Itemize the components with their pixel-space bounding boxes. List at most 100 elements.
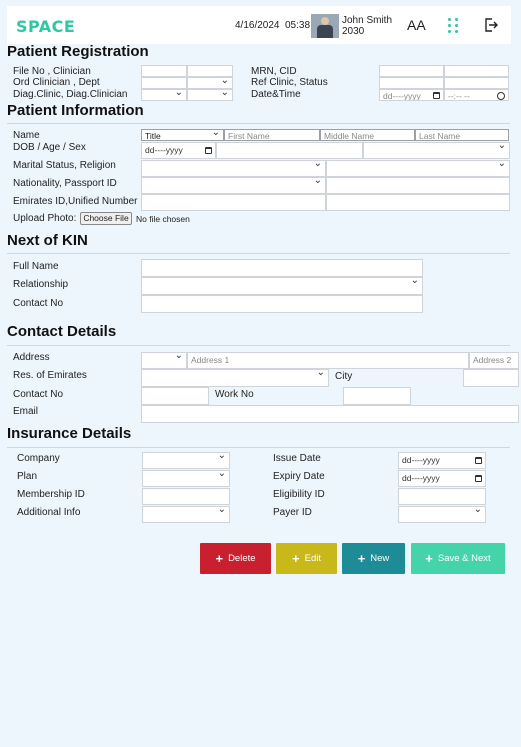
company-select[interactable] (142, 452, 230, 469)
section-title-next-of-kin: Next of KIN (7, 232, 88, 249)
age-input[interactable] (216, 142, 363, 159)
emirates-select[interactable] (141, 369, 329, 387)
status-input[interactable] (444, 77, 509, 89)
emirates-label: Res. of Emirates (13, 370, 87, 381)
additional-info-select[interactable] (142, 506, 230, 523)
issue-date-label: Issue Date (273, 453, 321, 464)
nationality-select[interactable] (141, 177, 326, 194)
upload-photo-label: Upload Photo: (13, 213, 77, 224)
expiry-date-label: Expiry Date (273, 471, 325, 482)
unified-number-input[interactable] (326, 194, 510, 211)
middle-name-input[interactable]: Middle Name (320, 129, 415, 141)
edit-button[interactable]: + Edit (276, 543, 337, 574)
address2-input[interactable]: Address 2 (469, 352, 519, 369)
logout-icon[interactable] (483, 17, 499, 33)
user-id: 2030 (342, 26, 365, 37)
dob-input[interactable]: dd----yyyy (141, 142, 216, 159)
diag-clinic-select[interactable] (141, 89, 187, 101)
user-name: John Smith (342, 15, 393, 26)
sex-select[interactable] (363, 142, 510, 159)
payer-id-label: Payer ID (273, 507, 312, 518)
divider (7, 447, 510, 448)
section-title-contact: Contact Details (7, 323, 117, 340)
clinician-input[interactable] (187, 65, 233, 77)
delete-button[interactable]: + Delete (200, 543, 271, 574)
work-no-label: Work No (215, 389, 254, 400)
header-date: 4/16/2024 (235, 20, 280, 31)
contact-no-input[interactable] (141, 387, 209, 405)
new-button[interactable]: + New (342, 543, 405, 574)
kin-contact-label: Contact No (13, 298, 64, 309)
first-name-input[interactable]: First Name (224, 129, 320, 141)
apps-grid-icon[interactable] (448, 18, 460, 34)
calendar-icon (475, 475, 482, 482)
mrn-input[interactable] (379, 65, 444, 77)
ref-clinic-input[interactable] (379, 77, 444, 89)
mrn-cid-label: MRN, CID (251, 66, 297, 77)
title-select[interactable]: Title (141, 129, 224, 141)
section-title-registration: Patient Registration (7, 43, 149, 60)
work-no-input[interactable] (343, 387, 411, 405)
clock-icon (497, 92, 505, 100)
avatar[interactable] (311, 14, 339, 38)
calendar-icon (205, 147, 212, 154)
plus-icon: + (215, 550, 224, 566)
issue-date-input[interactable]: dd----yyyy (398, 452, 486, 469)
last-name-input[interactable]: Last Name (415, 129, 509, 141)
address1-input[interactable]: Address 1 (187, 352, 469, 369)
file-clinician-label: File No , Clinician (13, 66, 91, 77)
religion-select[interactable] (326, 160, 510, 177)
plus-icon: + (292, 550, 300, 566)
contact-no-label: Contact No (13, 389, 64, 400)
datetime-label: Date&Time (251, 89, 301, 100)
eligibility-id-input[interactable] (398, 488, 486, 505)
kin-relationship-label: Relationship (13, 279, 69, 290)
city-input[interactable] (463, 369, 519, 387)
top-header: SPACE 4/16/2024 05:38 John Smith 2030 AA (7, 6, 511, 44)
membership-label: Membership ID (17, 489, 85, 500)
file-no-input[interactable] (141, 65, 187, 77)
emirates-id-input[interactable] (141, 194, 326, 211)
eligibility-id-label: Eligibility ID (273, 489, 325, 500)
email-label: Email (13, 406, 39, 417)
marital-status-select[interactable] (141, 160, 326, 177)
city-label: City (335, 371, 353, 382)
plan-select[interactable] (142, 470, 230, 487)
ord-clinician-input[interactable] (141, 77, 187, 89)
payer-id-select[interactable] (398, 506, 486, 523)
diag-clinician-select[interactable] (187, 89, 233, 101)
divider (7, 345, 510, 346)
kin-relationship-select[interactable] (141, 277, 423, 295)
additional-info-label: Additional Info (17, 507, 81, 518)
reg-time-input[interactable]: --:-- -- (444, 89, 509, 101)
ref-clinic-label: Ref Clinic, Status (251, 77, 328, 88)
divider (7, 123, 510, 124)
plus-icon: + (425, 550, 433, 566)
plus-icon: + (357, 550, 366, 566)
diag-clinic-label: Diag.Clinic, Diag.Clinician (13, 89, 128, 100)
company-label: Company (17, 453, 60, 464)
divider (7, 253, 510, 254)
nationality-label: Nationality, Passport ID (13, 178, 117, 189)
font-size-button[interactable]: AA (407, 17, 426, 33)
dept-select[interactable] (187, 77, 233, 89)
membership-id-input[interactable] (142, 488, 230, 505)
email-input[interactable] (141, 405, 519, 423)
section-title-insurance: Insurance Details (7, 425, 132, 442)
save-next-button[interactable]: + Save & Next (411, 543, 505, 574)
reg-date-input[interactable]: dd----yyyy (379, 89, 444, 101)
kin-full-name-input[interactable] (141, 259, 423, 277)
kin-full-name-label: Full Name (13, 261, 59, 272)
cid-input[interactable] (444, 65, 509, 77)
calendar-icon (433, 92, 440, 99)
app-logo[interactable]: SPACE (16, 17, 75, 36)
registration-page: SPACE 4/16/2024 05:38 John Smith 2030 AA… (0, 0, 521, 747)
passport-id-input[interactable] (326, 177, 510, 194)
header-time: 05:38 (285, 20, 311, 31)
name-label: Name (13, 130, 40, 141)
address-label: Address (13, 352, 50, 363)
expiry-date-input[interactable]: dd----yyyy (398, 470, 486, 487)
choose-file-button[interactable]: Choose File (80, 212, 132, 225)
kin-contact-input[interactable] (141, 295, 423, 313)
address-type-select[interactable] (141, 352, 187, 369)
